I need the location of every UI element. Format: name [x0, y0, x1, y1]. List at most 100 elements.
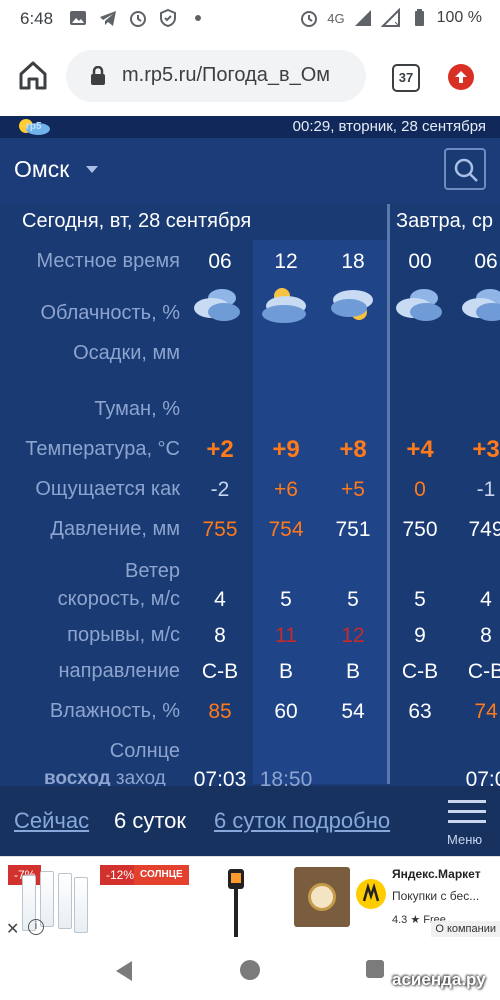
- temperature-cell: +3: [472, 436, 500, 463]
- search-icon: [454, 158, 478, 182]
- label-wind: Ветер: [125, 560, 180, 582]
- home-circle-icon[interactable]: [240, 960, 260, 980]
- system-navigation-bar: асиенда.ру: [0, 940, 500, 1000]
- partly-cloudy-icon: [331, 290, 373, 320]
- address-bar[interactable]: m.rp5.ru/Погода_в_Ом: [66, 50, 366, 102]
- feels-like-cell: +5: [341, 478, 365, 501]
- url-text[interactable]: m.rp5.ru/Погода_в_Ом: [122, 64, 358, 87]
- wind-direction-cell: С-В: [201, 660, 239, 683]
- label-temperature[interactable]: Температура, °C: [25, 438, 180, 461]
- tab-switcher-button[interactable]: 37: [392, 64, 420, 92]
- alarm-icon: [130, 11, 146, 27]
- status-time: 6:48: [20, 9, 54, 28]
- feels-like-cell: -2: [210, 478, 230, 501]
- wind-speed-cell: 4: [480, 588, 492, 611]
- wind-direction-cell: С-В: [401, 660, 439, 683]
- feels-like-cell: +6: [274, 478, 298, 501]
- wind-gusts-cell: 9: [414, 624, 426, 647]
- wind-gusts-cell: 8: [214, 624, 226, 647]
- glass-image: [40, 871, 54, 927]
- update-button[interactable]: [448, 64, 474, 90]
- ad-company-link[interactable]: О компании: [431, 921, 500, 937]
- watermark: асиенда.ру: [392, 970, 486, 989]
- label-humidity[interactable]: Влажность, %: [50, 700, 180, 723]
- back-icon[interactable]: [114, 960, 134, 982]
- menu-bar: [448, 800, 486, 803]
- site-header: rp5 00:29, вторник, 28 сентября: [0, 116, 500, 138]
- feels-like-cell: -1: [476, 478, 496, 501]
- image-icon: [70, 11, 86, 25]
- label-cloudiness[interactable]: Облачность, %: [40, 302, 180, 325]
- status-left-icons: [68, 8, 208, 28]
- temperature-cell: +8: [339, 436, 367, 463]
- ad-title: Яндекс.Маркет: [392, 867, 481, 881]
- day-header-today: Сегодня, вт, 28 сентября: [22, 210, 252, 232]
- info-icon[interactable]: i: [28, 919, 44, 935]
- arrow-up-icon: [455, 71, 467, 83]
- dot-icon: [195, 15, 201, 21]
- humidity-cell: 63: [408, 700, 432, 723]
- torch-lamp-image: [228, 869, 244, 937]
- wind-speed-cell: 5: [414, 588, 426, 611]
- temperature-cell: +9: [272, 436, 300, 463]
- partly-cloudy-icon: [262, 288, 306, 323]
- glass-image: [74, 877, 88, 933]
- wind-direction-cell: В: [345, 660, 360, 683]
- wind-gusts-cell: 12: [341, 624, 365, 647]
- lock-icon: [91, 66, 105, 85]
- humidity-cell: 60: [274, 700, 298, 723]
- pressure-cell: 755: [202, 518, 238, 541]
- label-local-time: Местное время: [36, 250, 180, 272]
- close-icon[interactable]: ✕: [6, 919, 19, 939]
- search-button[interactable]: [444, 148, 486, 190]
- menu-label: Меню: [447, 832, 483, 847]
- shield-icon: [160, 8, 176, 28]
- recent-apps-icon[interactable]: [366, 960, 384, 978]
- hour-cell: 06: [474, 250, 498, 273]
- menu-button[interactable]: Меню: [442, 798, 492, 852]
- cloudy-icon: [396, 289, 442, 321]
- wind-direction-cell: В: [278, 660, 293, 683]
- network-type: 4G: [327, 10, 345, 26]
- label-sun: Солнце: [109, 740, 180, 762]
- screen: 6:48 4G 100 % m.rp5.ru/Погода_в_Ом 37 rp…: [0, 0, 500, 1000]
- home-icon[interactable]: [16, 58, 50, 92]
- logo-text: rp5: [26, 121, 42, 132]
- yandex-market-icon: [356, 879, 386, 909]
- hour-cell: 00: [408, 250, 432, 273]
- wind-speed-cell: 4: [214, 588, 226, 611]
- label-wind-direction[interactable]: направление: [58, 660, 180, 683]
- wind-speed-cell: 5: [347, 588, 359, 611]
- city-bar: Омск: [0, 138, 500, 202]
- site-bottom-nav: Сейчас 6 суток 6 суток подробно Меню: [0, 786, 500, 856]
- feels-like-cell: 0: [414, 478, 426, 501]
- signal-icon: [354, 10, 371, 26]
- nav-now-link[interactable]: Сейчас: [14, 808, 89, 834]
- temperature-cell: +2: [206, 436, 234, 463]
- battery-level: 100 %: [436, 9, 482, 26]
- label-feels-like[interactable]: Ощущается как: [35, 478, 180, 501]
- status-bar: 6:48 4G 100 %: [0, 0, 500, 38]
- label-wind-speed[interactable]: скорость, м/с: [58, 588, 180, 611]
- label-fog[interactable]: Туман, %: [94, 398, 180, 421]
- weather-page: rp5 00:29, вторник, 28 сентября Омск Сег…: [0, 116, 500, 856]
- nav-six-days-current: 6 суток: [114, 808, 187, 833]
- nav-six-days-detailed-link[interactable]: 6 суток подробно: [214, 808, 390, 834]
- pressure-cell: 754: [268, 518, 304, 541]
- humidity-cell: 85: [208, 700, 232, 723]
- wind-speed-cell: 5: [280, 588, 292, 611]
- alarm-icon: [301, 11, 318, 27]
- ad-banner[interactable]: -7% -12% СОЛНЦЕ Яндекс.Маркет Покупки с …: [0, 856, 500, 940]
- pressure-cell: 751: [335, 518, 371, 541]
- ad-description: Покупки с бес...: [392, 889, 480, 903]
- hour-cell: 06: [208, 250, 232, 273]
- day-header-tomorrow: Завтра, ср: [396, 210, 494, 232]
- menu-bar: [448, 820, 486, 823]
- menu-bar: [448, 810, 486, 813]
- city-selector[interactable]: Омск: [14, 156, 69, 183]
- chevron-down-icon[interactable]: [86, 166, 98, 173]
- label-precipitation[interactable]: Осадки, мм: [73, 342, 180, 365]
- label-pressure[interactable]: Давление, мм: [50, 518, 180, 541]
- label-wind-gusts[interactable]: порывы, м/с: [67, 624, 180, 647]
- hour-cell: 12: [274, 250, 298, 273]
